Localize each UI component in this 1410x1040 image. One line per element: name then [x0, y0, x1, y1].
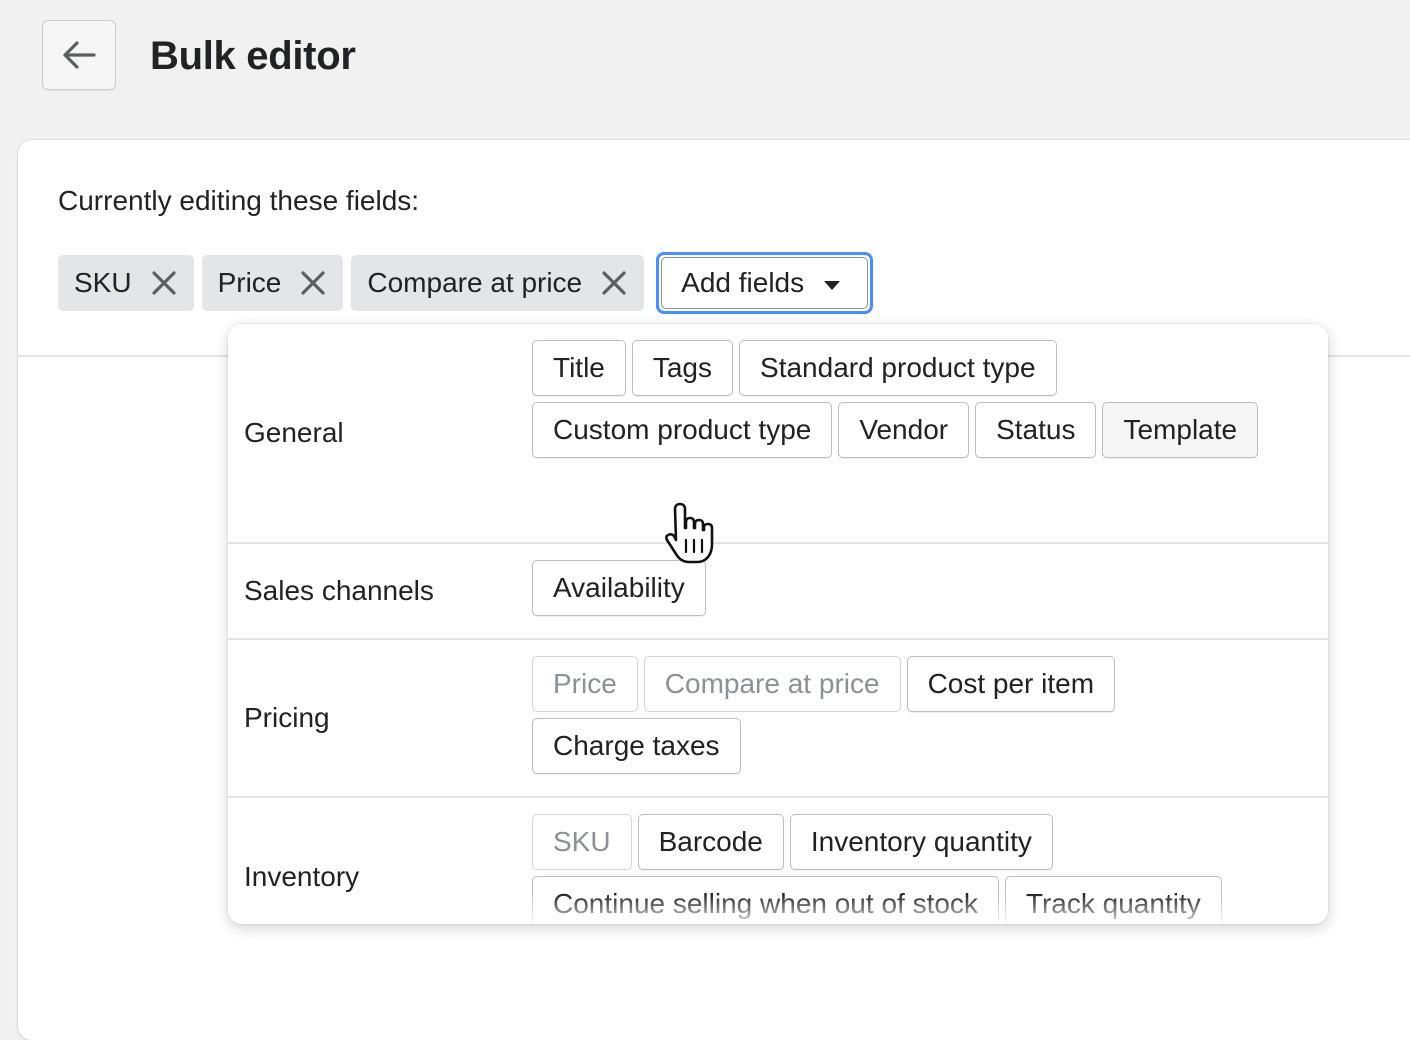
page-title: Bulk editor [150, 34, 356, 78]
field-option-standard-product-type[interactable]: Standard product type [739, 340, 1057, 396]
add-fields-popover: General Title Tags Standard product type… [228, 324, 1328, 924]
field-option-custom-product-type[interactable]: Custom product type [532, 402, 833, 458]
field-options-general: Title Tags Standard product type Custom … [532, 340, 1288, 458]
field-option-continue-selling[interactable]: Continue selling when out of stock [532, 876, 999, 924]
chip-label: Compare at price [367, 267, 583, 298]
field-chip-compare-at-price: Compare at price [351, 255, 645, 311]
field-option-track-quantity[interactable]: Track quantity [1004, 876, 1222, 924]
add-fields-button[interactable]: Add fields [656, 252, 874, 314]
section-label-pricing: Pricing [244, 702, 330, 733]
section-label-general: General [244, 417, 344, 448]
field-option-compare-at-price: Compare at price [643, 656, 901, 712]
field-chip-sku: SKU [58, 255, 194, 311]
field-options-inventory: SKU Barcode Inventory quantity Continue … [532, 814, 1288, 924]
field-option-availability[interactable]: Availability [532, 560, 706, 616]
chip-label: SKU [74, 267, 132, 298]
section-pricing: Pricing Price Compare at price Cost per … [228, 640, 1328, 798]
field-options-pricing: Price Compare at price Cost per item Cha… [532, 656, 1288, 774]
section-label-sales-channels: Sales channels [244, 575, 434, 606]
field-option-sku: SKU [532, 814, 632, 870]
field-chip-price: Price [201, 255, 344, 311]
field-option-barcode[interactable]: Barcode [637, 814, 784, 870]
section-inventory: Inventory SKU Barcode Inventory quantity… [228, 798, 1328, 924]
field-option-template[interactable]: Template [1102, 402, 1259, 458]
selected-fields: SKU Price Compare at price Add fields [58, 252, 874, 314]
field-options-sales-channels: Availability [532, 560, 1288, 616]
field-option-inventory-quantity[interactable]: Inventory quantity [789, 814, 1053, 870]
close-icon[interactable] [144, 263, 184, 303]
field-option-status[interactable]: Status [975, 402, 1097, 458]
add-fields-label: Add fields [681, 267, 805, 298]
field-option-price: Price [532, 656, 638, 712]
field-option-cost-per-item[interactable]: Cost per item [906, 656, 1116, 712]
back-button[interactable] [42, 20, 116, 90]
chip-label: Price [217, 267, 282, 298]
field-option-charge-taxes[interactable]: Charge taxes [532, 718, 741, 774]
arrow-left-icon [62, 40, 96, 70]
section-sales-channels: Sales channels Availability [228, 544, 1328, 640]
close-icon[interactable] [594, 263, 634, 303]
section-general: General Title Tags Standard product type… [228, 324, 1328, 544]
field-option-vendor[interactable]: Vendor [838, 402, 970, 458]
section-label-inventory: Inventory [244, 861, 360, 892]
editing-label: Currently editing these fields: [58, 185, 420, 216]
caret-down-icon [824, 280, 841, 290]
close-icon[interactable] [293, 263, 333, 303]
field-option-tags[interactable]: Tags [631, 340, 734, 396]
field-option-title[interactable]: Title [532, 340, 626, 396]
